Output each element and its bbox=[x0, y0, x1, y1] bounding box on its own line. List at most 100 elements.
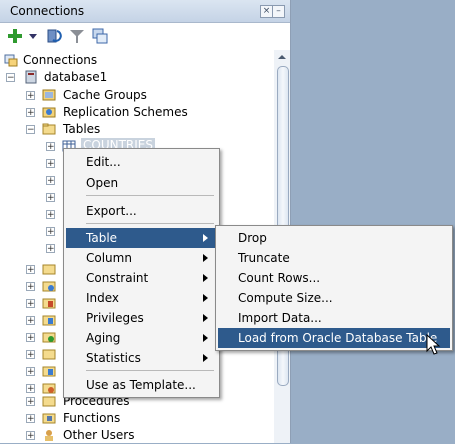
menu-item-aging[interactable]: Aging bbox=[66, 328, 217, 348]
menu-item-table[interactable]: Table bbox=[66, 228, 217, 248]
tree-item-hidden[interactable]: + bbox=[26, 278, 66, 295]
collapse-toggle[interactable]: − bbox=[6, 73, 15, 83]
tree-label: database1 bbox=[44, 70, 108, 84]
expand-toggle[interactable]: + bbox=[26, 91, 35, 101]
tree-item-hidden[interactable]: + bbox=[26, 363, 66, 380]
menu-item-use-as-template[interactable]: Use as Template... bbox=[66, 375, 217, 395]
tree-label: Replication Schemes bbox=[63, 105, 188, 119]
menu-item-label: Import Data... bbox=[238, 311, 322, 325]
procedures-icon bbox=[42, 396, 56, 407]
expand-toggle[interactable]: + bbox=[26, 316, 35, 326]
filter-icon[interactable] bbox=[68, 27, 86, 45]
menu-item-label: Drop bbox=[238, 231, 267, 245]
menu-item-label: Privileges bbox=[86, 311, 144, 325]
menu-item-index[interactable]: Index bbox=[66, 288, 217, 308]
tree-item-hidden[interactable]: + bbox=[26, 261, 66, 278]
menu-item-count-rows[interactable]: Count Rows... bbox=[218, 268, 450, 288]
menu-item-label: Use as Template... bbox=[86, 378, 196, 392]
menu-item-column[interactable]: Column bbox=[66, 248, 217, 268]
table-submenu: Drop Truncate Count Rows... Compute Size… bbox=[215, 225, 453, 351]
expand-toggle[interactable]: + bbox=[46, 159, 55, 169]
expand-toggle[interactable]: + bbox=[46, 193, 55, 203]
menu-item-export[interactable]: Export... bbox=[66, 201, 217, 221]
menu-item-privileges[interactable]: Privileges bbox=[66, 308, 217, 328]
expand-toggle[interactable]: + bbox=[26, 431, 35, 441]
menu-item-label: Constraint bbox=[86, 271, 149, 285]
tree-root-connections[interactable]: Connections bbox=[4, 52, 204, 69]
folder-icon bbox=[42, 298, 56, 309]
folder-icon bbox=[42, 349, 56, 360]
folder-icon bbox=[42, 281, 56, 292]
tree-label: Cache Groups bbox=[63, 88, 147, 102]
expand-toggle[interactable]: + bbox=[26, 350, 35, 360]
menu-item-drop[interactable]: Drop bbox=[218, 228, 450, 248]
tree-label: Functions bbox=[63, 411, 121, 425]
expand-toggle[interactable]: + bbox=[26, 414, 35, 424]
menu-item-load-from-oracle[interactable]: Load from Oracle Database Table bbox=[218, 328, 450, 348]
tree-item-database1[interactable]: − database1 bbox=[6, 69, 206, 86]
expand-toggle[interactable]: + bbox=[26, 384, 35, 394]
menu-separator bbox=[86, 370, 214, 371]
tree-item-other-users[interactable]: + Other Users bbox=[26, 427, 226, 444]
dropdown-arrow-icon[interactable] bbox=[29, 34, 37, 40]
menu-item-truncate[interactable]: Truncate bbox=[218, 248, 450, 268]
tree-item-hidden[interactable]: + bbox=[26, 346, 66, 363]
expand-toggle[interactable]: + bbox=[26, 108, 35, 118]
folder-icon bbox=[42, 123, 56, 135]
tree-label: Connections bbox=[23, 53, 98, 67]
expand-toggle[interactable]: + bbox=[46, 227, 55, 237]
expand-toggle[interactable]: + bbox=[46, 244, 55, 254]
menu-item-label: Statistics bbox=[86, 351, 141, 365]
tree-label: Other Users bbox=[63, 428, 135, 442]
menu-item-label: Truncate bbox=[238, 251, 290, 265]
expand-toggle[interactable]: + bbox=[26, 367, 35, 377]
menu-item-statistics[interactable]: Statistics bbox=[66, 348, 217, 368]
submenu-arrow-icon bbox=[203, 334, 208, 342]
expand-toggle[interactable]: + bbox=[26, 282, 35, 292]
menu-item-label: Load from Oracle Database Table bbox=[238, 331, 438, 345]
expand-toggle[interactable]: + bbox=[26, 333, 35, 343]
tree-item-functions[interactable]: + Functions bbox=[26, 410, 226, 427]
refresh-icon[interactable] bbox=[45, 27, 63, 45]
toolbar bbox=[0, 23, 290, 50]
submenu-arrow-icon bbox=[203, 254, 208, 262]
database-icon bbox=[25, 70, 37, 84]
menu-item-import-data[interactable]: Import Data... bbox=[218, 308, 450, 328]
menu-item-label: Aging bbox=[86, 331, 121, 345]
tree-item-hidden[interactable]: + bbox=[26, 295, 66, 312]
panel-header: Connections × – bbox=[0, 0, 290, 23]
tree-item-hidden[interactable]: + bbox=[26, 312, 66, 329]
menu-separator bbox=[86, 195, 214, 196]
menu-item-label: Edit... bbox=[86, 155, 121, 169]
menu-item-label: Compute Size... bbox=[238, 291, 333, 305]
menu-item-label: Table bbox=[86, 231, 118, 245]
submenu-arrow-icon bbox=[203, 354, 208, 362]
expand-toggle[interactable]: + bbox=[26, 397, 35, 407]
add-connection-icon[interactable] bbox=[6, 27, 24, 45]
tree-item-replication-schemes[interactable]: + Replication Schemes bbox=[26, 104, 226, 121]
menu-item-open[interactable]: Open bbox=[66, 173, 217, 193]
expand-toggle[interactable]: + bbox=[46, 176, 55, 186]
folder-icon bbox=[42, 315, 56, 326]
menu-item-label: Open bbox=[86, 176, 119, 190]
expand-toggle[interactable]: + bbox=[46, 142, 55, 152]
menu-item-constraint[interactable]: Constraint bbox=[66, 268, 217, 288]
collapse-toggle[interactable]: − bbox=[26, 125, 35, 135]
minimize-icon[interactable]: – bbox=[272, 5, 285, 18]
expand-toggle[interactable]: + bbox=[26, 265, 35, 275]
scroll-up-arrow-icon[interactable] bbox=[274, 50, 290, 64]
expand-toggle[interactable]: + bbox=[46, 210, 55, 220]
tree-item-hidden[interactable]: + bbox=[26, 329, 66, 346]
menu-item-label: Column bbox=[86, 251, 132, 265]
folder-icon bbox=[42, 264, 56, 275]
tree-item-tables[interactable]: − Tables bbox=[26, 121, 226, 138]
expand-toggle[interactable]: + bbox=[26, 299, 35, 309]
menu-item-edit[interactable]: Edit... bbox=[66, 152, 217, 172]
menu-item-compute-size[interactable]: Compute Size... bbox=[218, 288, 450, 308]
mouse-cursor-icon bbox=[426, 334, 441, 355]
submenu-arrow-icon bbox=[203, 294, 208, 302]
tree-item-cache-groups[interactable]: + Cache Groups bbox=[26, 87, 226, 104]
collapse-all-icon[interactable] bbox=[91, 27, 109, 45]
menu-item-label: Index bbox=[86, 291, 120, 305]
tree-label: Tables bbox=[63, 122, 101, 136]
